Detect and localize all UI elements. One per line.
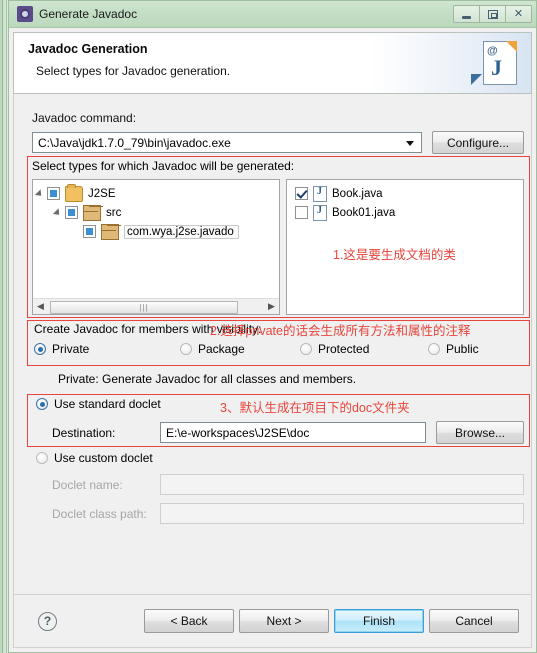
radio-label: Protected bbox=[318, 342, 370, 356]
javadoc-page-icon: @ J bbox=[471, 41, 517, 87]
javadoc-command-row: C:\Java\jdk1.7.0_79\bin\javadoc.exe Conf… bbox=[32, 131, 524, 154]
scroll-right-icon[interactable]: ▶ bbox=[264, 299, 279, 314]
window-controls: ✕ bbox=[453, 4, 532, 24]
page-title: Javadoc Generation bbox=[28, 42, 148, 56]
annotation-3: 3、默认生成在项目下的doc文件夹 bbox=[220, 401, 410, 415]
radio-label: Public bbox=[446, 342, 479, 356]
use-standard-doclet-radio[interactable]: Use standard doclet bbox=[36, 397, 161, 411]
javadoc-command-combo[interactable]: C:\Java\jdk1.7.0_79\bin\javadoc.exe bbox=[32, 132, 422, 153]
radio-indicator[interactable] bbox=[36, 398, 48, 410]
annotation-1: 1.这是要生成文档的类 bbox=[333, 248, 456, 262]
radio-indicator[interactable] bbox=[180, 343, 192, 355]
radio-indicator[interactable] bbox=[36, 452, 48, 464]
select-types-group: Select types for which Javadoc will be g… bbox=[32, 159, 524, 317]
doclet-name-label: Doclet name: bbox=[52, 477, 123, 492]
expand-arrow-icon[interactable] bbox=[52, 207, 63, 218]
select-types-label: Select types for which Javadoc will be g… bbox=[32, 159, 295, 173]
help-icon[interactable]: ? bbox=[38, 611, 57, 631]
tree-item-label: J2SE bbox=[88, 187, 116, 200]
list-item[interactable]: Book01.java bbox=[287, 203, 523, 222]
configure-button[interactable]: Configure... bbox=[432, 131, 524, 154]
gear-icon bbox=[17, 6, 33, 22]
java-letter-icon: J bbox=[491, 55, 502, 80]
destination-label: Destination: bbox=[52, 425, 116, 440]
package-icon bbox=[101, 223, 119, 240]
page-subtitle: Select types for Javadoc generation. bbox=[36, 64, 231, 78]
scrollbar-thumb[interactable]: ||| bbox=[50, 301, 238, 314]
file-checkbox[interactable] bbox=[295, 206, 308, 219]
dialog-footer: ? < Back Next > Finish Cancel bbox=[13, 594, 532, 648]
title-bar: Generate Javadoc ✕ bbox=[9, 1, 536, 28]
destination-row: Destination: E:\e-workspaces\J2SE\doc Br… bbox=[52, 421, 524, 444]
wizard-header: Javadoc Generation Select types for Java… bbox=[13, 32, 532, 94]
radio-label: Use custom doclet bbox=[54, 451, 153, 465]
radio-indicator[interactable] bbox=[428, 343, 440, 355]
visibility-description: Private: Generate Javadoc for all classe… bbox=[58, 372, 357, 386]
visibility-group: Create Javadoc for members with visibili… bbox=[30, 322, 526, 368]
footer-buttons: < Back Next > Finish Cancel bbox=[144, 609, 519, 633]
types-file-pane[interactable]: Book.java Book01.java 1.这是要生成文档的类 bbox=[286, 179, 524, 315]
generate-javadoc-dialog: Generate Javadoc ✕ Javadoc Generation Se… bbox=[8, 0, 537, 653]
scroll-left-icon[interactable]: ◀ bbox=[33, 299, 48, 314]
finish-button[interactable]: Finish bbox=[334, 609, 424, 633]
tree-checkbox[interactable] bbox=[47, 187, 60, 200]
scrollbar-grip: ||| bbox=[139, 303, 149, 312]
destination-input[interactable]: E:\e-workspaces\J2SE\doc bbox=[160, 422, 426, 443]
radio-label: Use standard doclet bbox=[54, 397, 161, 411]
cancel-button[interactable]: Cancel bbox=[429, 609, 519, 633]
tree-row[interactable]: J2SE bbox=[33, 183, 279, 203]
file-checkbox[interactable] bbox=[295, 187, 308, 200]
radio-public[interactable]: Public bbox=[428, 342, 479, 356]
doclet-class-path-input bbox=[160, 503, 524, 524]
types-tree-pane[interactable]: J2SE src com.wya.j2se.javado ◀ ||| ▶ bbox=[32, 179, 280, 315]
javadoc-command-value: C:\Java\jdk1.7.0_79\bin\javadoc.exe bbox=[38, 135, 231, 150]
use-custom-doclet-radio[interactable]: Use custom doclet bbox=[36, 451, 153, 465]
file-label: Book.java bbox=[332, 187, 383, 200]
browse-button[interactable]: Browse... bbox=[436, 421, 524, 444]
visibility-radio-group: Private Package Protected Public bbox=[34, 342, 522, 356]
restore-icon bbox=[487, 9, 498, 19]
dialog-body: Javadoc command: C:\Java\jdk1.7.0_79\bin… bbox=[13, 94, 532, 616]
doclet-class-path-label: Doclet class path: bbox=[52, 506, 147, 521]
minimize-button[interactable] bbox=[453, 5, 480, 23]
radio-indicator[interactable] bbox=[34, 343, 46, 355]
java-file-icon bbox=[313, 204, 327, 221]
window-title: Generate Javadoc bbox=[39, 7, 138, 21]
tree-item-label: src bbox=[106, 206, 122, 219]
source-folder-icon bbox=[83, 204, 101, 221]
close-icon: ✕ bbox=[513, 7, 524, 20]
tree-horizontal-scrollbar[interactable]: ◀ ||| ▶ bbox=[33, 298, 279, 314]
scrollbar-track[interactable]: ||| bbox=[48, 300, 264, 314]
list-item[interactable]: Book.java bbox=[287, 184, 523, 203]
expand-arrow-icon[interactable] bbox=[34, 188, 45, 199]
radio-private[interactable]: Private bbox=[34, 342, 180, 356]
tree-checkbox[interactable] bbox=[65, 206, 78, 219]
radio-label: Private bbox=[52, 342, 90, 356]
close-button[interactable]: ✕ bbox=[505, 5, 532, 23]
tree-item-label: com.wya.j2se.javado bbox=[124, 224, 239, 239]
restore-button[interactable] bbox=[479, 5, 506, 23]
doclet-name-input bbox=[160, 474, 524, 495]
tree-row[interactable]: com.wya.j2se.javado bbox=[33, 222, 279, 241]
annotation-2: 2.选择private的话会生成所有方法和属性的注释 bbox=[210, 324, 471, 338]
tree-row[interactable]: src bbox=[33, 203, 279, 222]
radio-package[interactable]: Package bbox=[180, 342, 300, 356]
doclet-name-row: Doclet name: bbox=[52, 474, 524, 495]
file-label: Book01.java bbox=[332, 206, 396, 219]
java-file-icon bbox=[313, 185, 327, 202]
next-button[interactable]: Next > bbox=[239, 609, 329, 633]
radio-label: Package bbox=[198, 342, 245, 356]
minimize-icon bbox=[462, 15, 471, 19]
back-button[interactable]: < Back bbox=[144, 609, 234, 633]
radio-protected[interactable]: Protected bbox=[300, 342, 428, 356]
javadoc-command-label: Javadoc command: bbox=[32, 111, 137, 125]
tree-checkbox[interactable] bbox=[83, 225, 96, 238]
project-folder-icon bbox=[65, 183, 83, 202]
pointer-triangle-icon bbox=[471, 74, 482, 85]
chevron-down-icon[interactable] bbox=[406, 141, 414, 146]
doclet-class-path-row: Doclet class path: bbox=[52, 503, 524, 524]
radio-indicator[interactable] bbox=[300, 343, 312, 355]
